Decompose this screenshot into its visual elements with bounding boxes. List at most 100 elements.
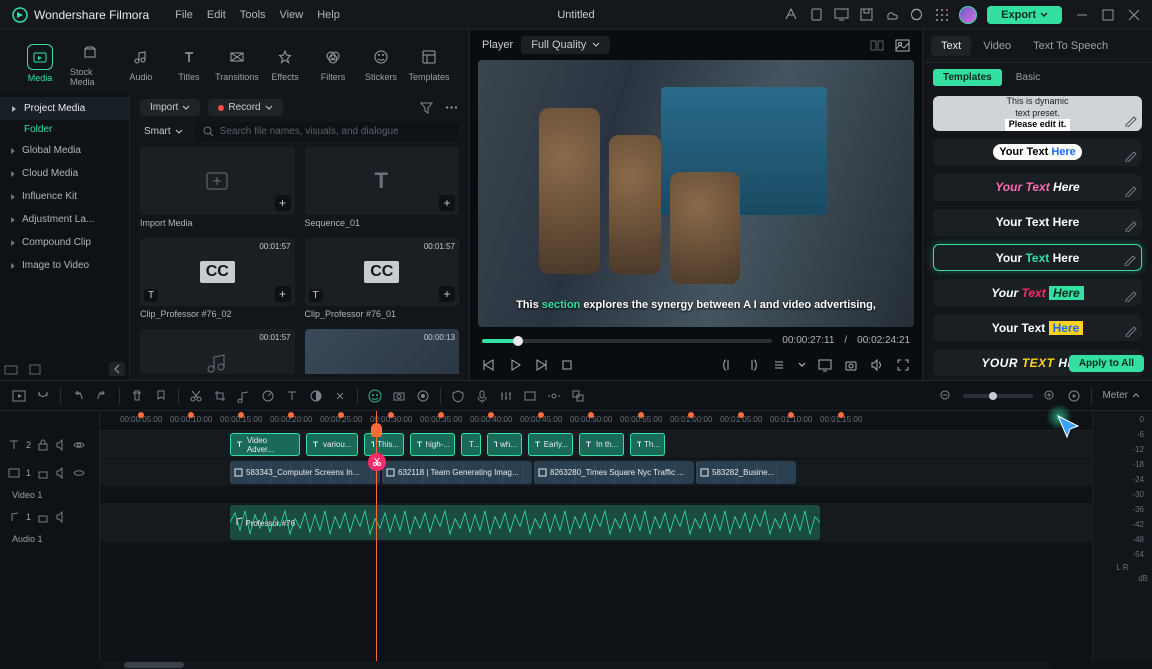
audio-clip[interactable]: Professor #76	[230, 505, 820, 540]
smart-dropdown[interactable]: Smart	[140, 124, 187, 139]
sidebar-compound-clip[interactable]: Compound Clip	[0, 231, 129, 254]
volume-icon[interactable]	[870, 358, 884, 372]
text-clip[interactable]: This...	[364, 433, 404, 456]
media-item-video[interactable]: 00:00:13▣ 583343_Computer Screens I...	[305, 329, 460, 374]
menu-view[interactable]: View	[280, 9, 304, 21]
mark-out-icon[interactable]	[746, 358, 760, 372]
marker-icon[interactable]	[154, 389, 168, 403]
mic-icon[interactable]	[475, 389, 489, 403]
tab-audio[interactable]: Audio	[119, 43, 163, 84]
lock-icon[interactable]	[37, 511, 49, 523]
layout-icon[interactable]	[870, 38, 885, 53]
preset-4-selected[interactable]: Your Text Here	[933, 244, 1142, 272]
tab-filters[interactable]: Filters	[311, 43, 355, 84]
zoom-in-icon[interactable]	[1043, 389, 1057, 403]
add-icon[interactable]: +	[439, 195, 455, 211]
snapshot-icon[interactable]	[844, 358, 858, 372]
add-icon[interactable]: +	[275, 286, 291, 302]
cut-icon[interactable]	[189, 389, 203, 403]
add-icon[interactable]: +	[439, 286, 455, 302]
color-icon[interactable]	[309, 389, 323, 403]
markers-icon[interactable]	[772, 358, 786, 372]
group-icon[interactable]	[571, 389, 585, 403]
track-head-text2[interactable]: 2	[0, 431, 99, 459]
preset-2[interactable]: Your Text Here	[933, 174, 1142, 201]
zoom-out-icon[interactable]	[939, 389, 953, 403]
support-icon[interactable]	[909, 7, 924, 22]
video-clip[interactable]: 583282_Busine...	[696, 461, 796, 484]
text-clip[interactable]: high-...	[410, 433, 455, 456]
tab-effects[interactable]: Effects	[263, 43, 307, 84]
play-icon[interactable]	[508, 358, 522, 372]
tab-titles[interactable]: Titles	[167, 43, 211, 84]
zoom-slider[interactable]	[963, 394, 1033, 398]
preset-1[interactable]: Your Text Here	[933, 139, 1142, 166]
mixer-icon[interactable]	[499, 389, 513, 403]
import-button[interactable]: Import	[140, 99, 200, 116]
video-clip[interactable]: 632118 | Team Generating Imag...	[382, 461, 532, 484]
share-icon[interactable]	[784, 7, 799, 22]
video-clip[interactable]: 583343_Computer Screens In...	[230, 461, 380, 484]
text-clip[interactable]: Early...	[528, 433, 573, 456]
media-item-clip2[interactable]: CC00:01:57T+ Clip_Professor #76_01	[305, 238, 460, 319]
meter-toggle[interactable]: Meter	[1102, 390, 1140, 401]
maximize-button[interactable]	[1102, 9, 1114, 21]
menu-tools[interactable]: Tools	[240, 9, 266, 21]
scrubber[interactable]	[482, 339, 772, 343]
preset-5[interactable]: Your Text Here	[933, 279, 1142, 306]
eye-icon[interactable]	[73, 439, 85, 451]
cloud-icon[interactable]	[884, 7, 899, 22]
media-item-clip1[interactable]: CC00:01:57T+ Clip_Professor #76_02	[140, 238, 295, 319]
text-tool-icon[interactable]	[285, 389, 299, 403]
tab-templates[interactable]: Templates	[407, 43, 451, 84]
edit-icon[interactable]	[1124, 148, 1138, 162]
tab-stock-media[interactable]: Stock Media	[66, 38, 115, 89]
track-head-audio1[interactable]: 1	[0, 503, 99, 531]
edit-icon[interactable]	[1124, 183, 1138, 197]
fullscreen-icon[interactable]	[896, 358, 910, 372]
tab-stickers[interactable]: Stickers	[359, 43, 403, 84]
media-item-import[interactable]: + Import Media	[140, 147, 295, 228]
menu-file[interactable]: File	[175, 9, 193, 21]
audio-tool-icon[interactable]	[237, 389, 251, 403]
quality-select[interactable]: Full Quality	[521, 36, 610, 54]
rsubtab-templates[interactable]: Templates	[933, 69, 1002, 86]
text-clip[interactable]: wh...	[487, 433, 522, 456]
camera-tool-icon[interactable]	[392, 389, 406, 403]
text-clip[interactable]: Th...	[630, 433, 665, 456]
preset-3[interactable]: Your Text Here	[933, 209, 1142, 236]
speed-icon[interactable]	[261, 389, 275, 403]
edit-icon[interactable]	[1124, 323, 1138, 337]
mark-in-icon[interactable]	[720, 358, 734, 372]
menu-help[interactable]: Help	[317, 9, 340, 21]
text-clip[interactable]: Video Adver...	[230, 433, 300, 456]
avatar[interactable]	[959, 6, 977, 24]
image-icon[interactable]	[895, 38, 910, 53]
timeline-ruler[interactable]: 00:00:05:0000:00:10:0000:00:15:0000:00:2…	[100, 411, 1092, 431]
add-icon[interactable]: +	[275, 195, 291, 211]
text-clip[interactable]: In th...	[579, 433, 624, 456]
sidebar-image-to-video[interactable]: Image to Video	[0, 254, 129, 277]
sidebar-folder[interactable]: Folder	[0, 120, 129, 139]
rsubtab-basic[interactable]: Basic	[1006, 69, 1050, 86]
search-input[interactable]: Search file names, visuals, and dialogue	[195, 122, 459, 141]
undo-icon[interactable]	[71, 389, 85, 403]
lock-icon[interactable]	[37, 439, 49, 451]
prev-icon[interactable]	[482, 358, 496, 372]
tab-media[interactable]: Media	[18, 42, 62, 85]
rec-tool-icon[interactable]	[416, 389, 430, 403]
mute-icon[interactable]	[55, 511, 67, 523]
apps-icon[interactable]	[934, 7, 949, 22]
collapse-sidebar-button[interactable]	[109, 362, 125, 376]
minimize-button[interactable]	[1076, 9, 1088, 21]
delete-icon[interactable]	[130, 389, 144, 403]
chevron-down-icon[interactable]	[798, 361, 806, 369]
sidebar-global-media[interactable]: Global Media	[0, 139, 129, 162]
save-icon[interactable]	[859, 7, 874, 22]
rtab-text[interactable]: Text	[931, 36, 971, 56]
text-clip[interactable]: variou...	[306, 433, 358, 456]
lock-icon[interactable]	[37, 467, 49, 479]
redo-icon[interactable]	[95, 389, 109, 403]
text-clip[interactable]: T...	[461, 433, 481, 456]
link-icon[interactable]	[547, 389, 561, 403]
